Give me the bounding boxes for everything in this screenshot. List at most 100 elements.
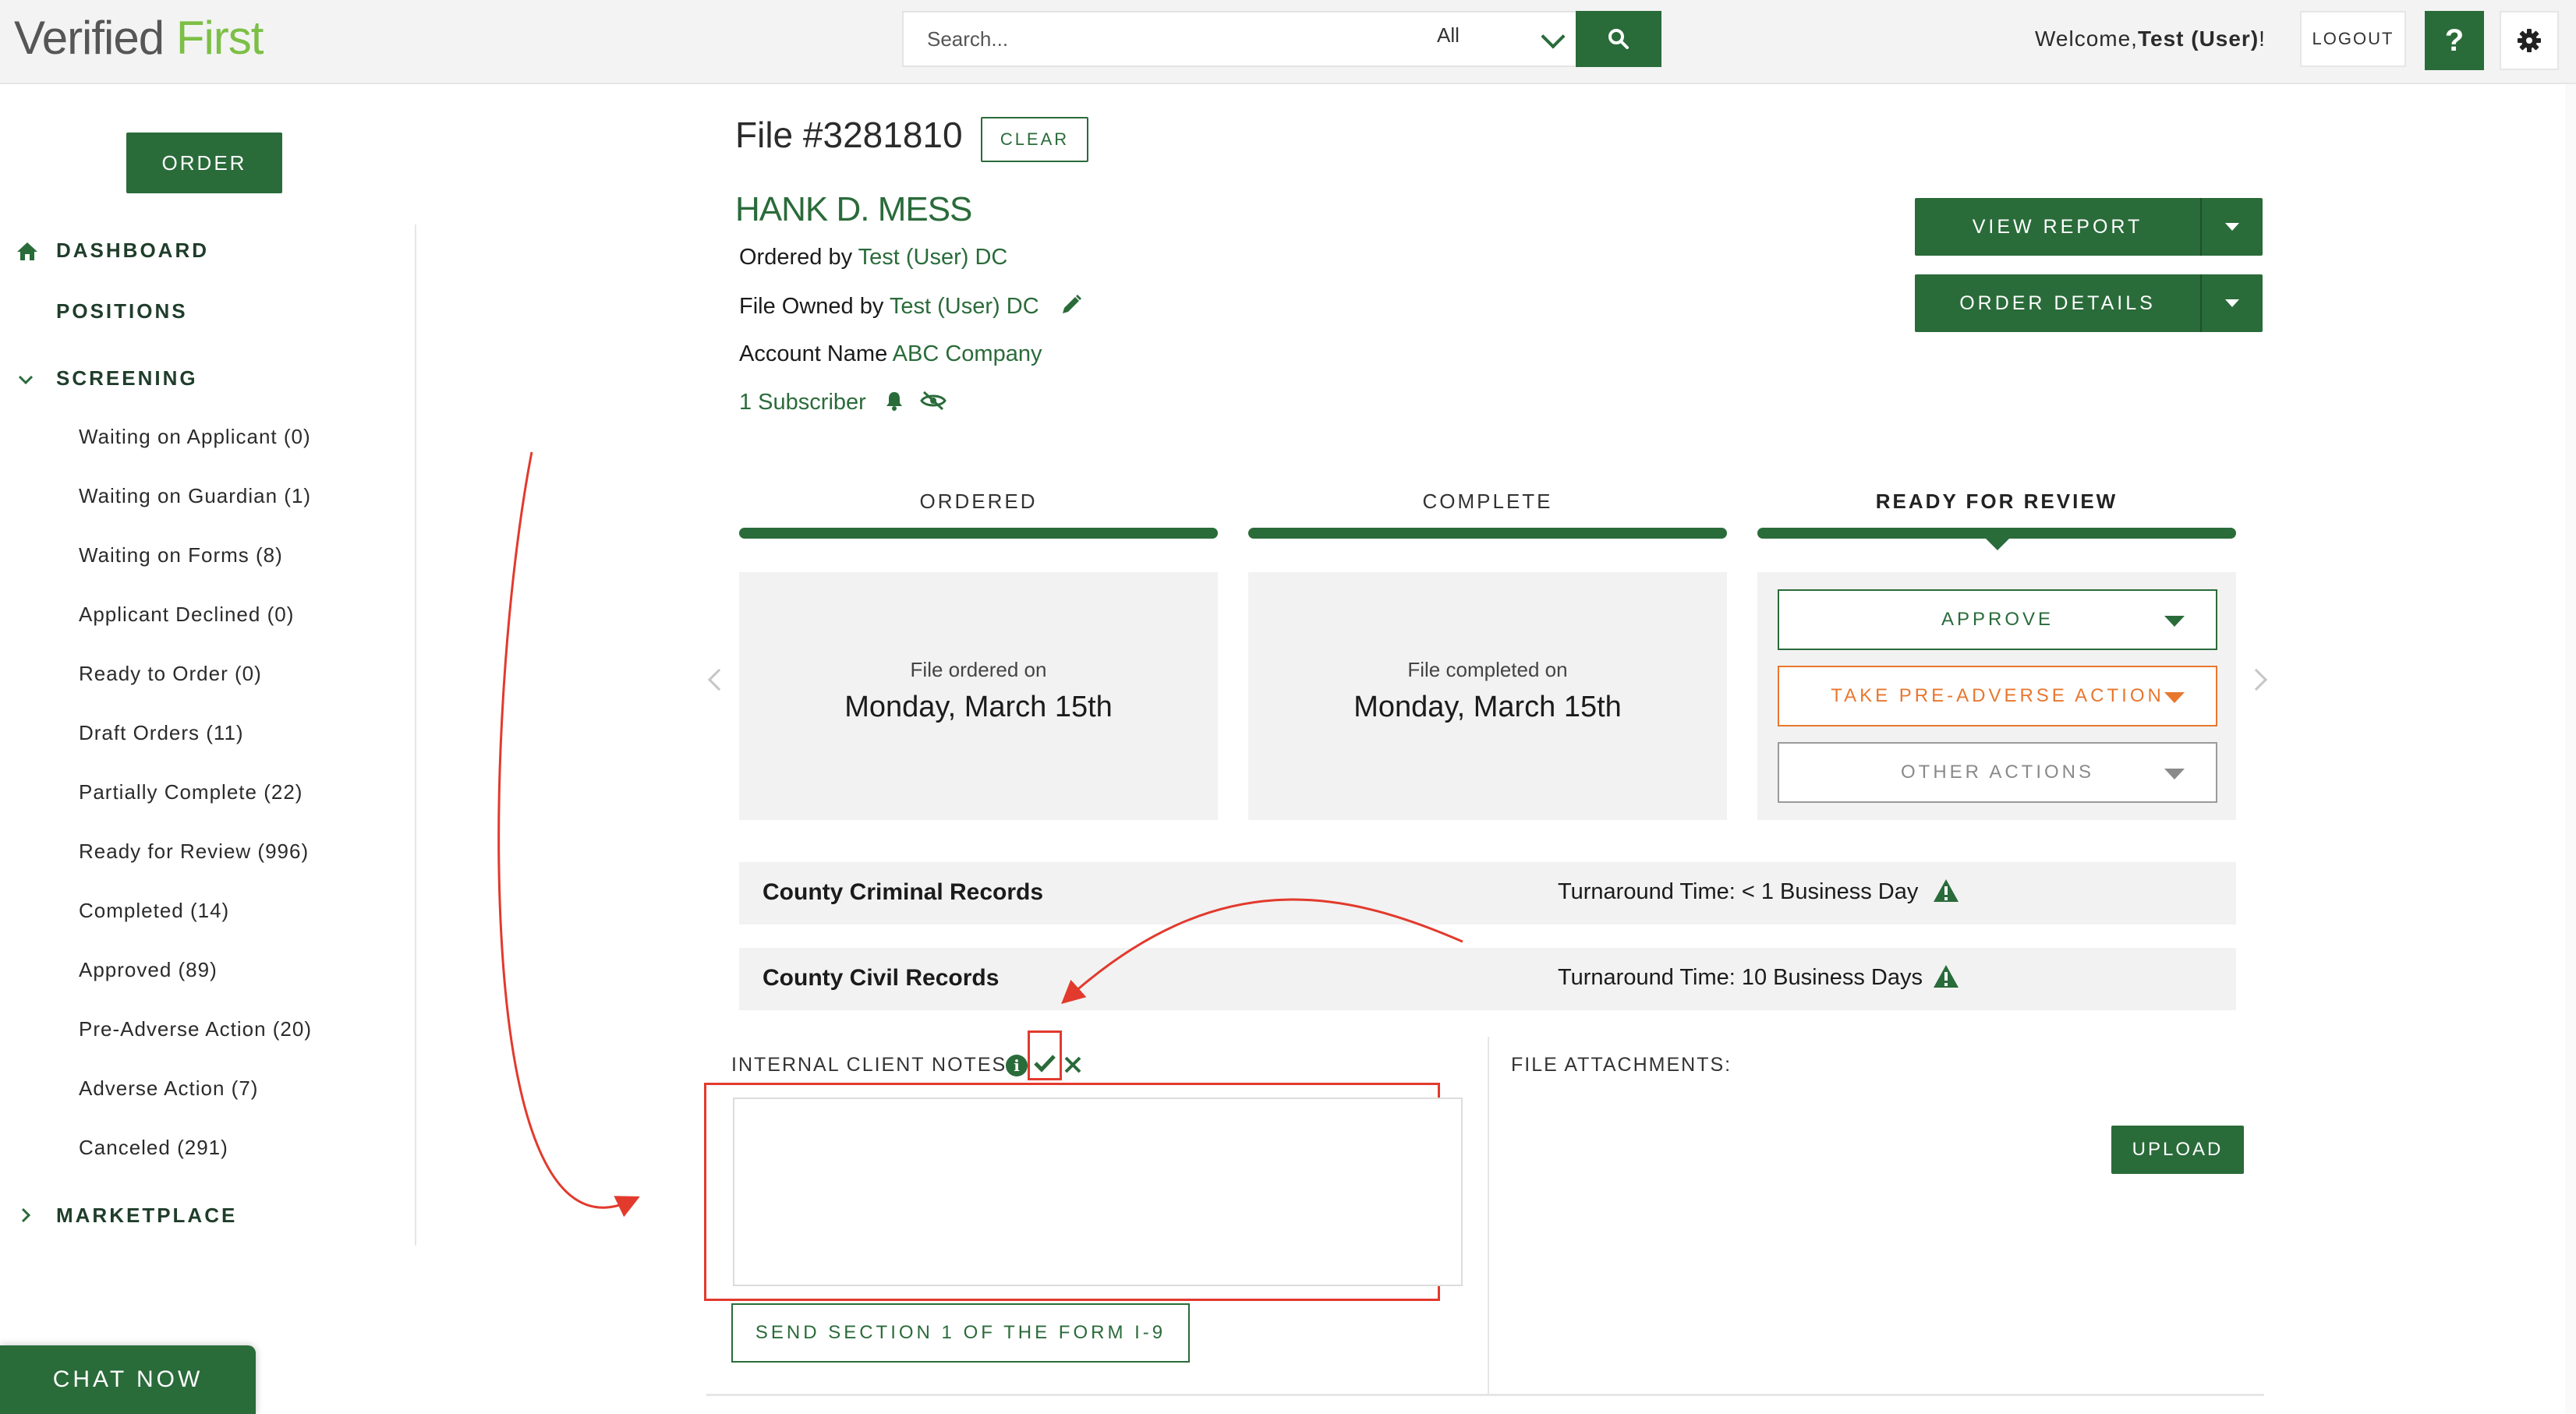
annotation-arrow-to-notes [497,451,640,1218]
view-report-button[interactable]: VIEW REPORT [1915,198,2202,256]
welcome-suffix: ! [2259,27,2266,51]
search-scope-select[interactable]: All [1437,23,1569,55]
stage-label-ready-for-review: READY FOR REVIEW [1875,490,2118,513]
caret-down-icon [2164,692,2185,703]
pencil-icon[interactable] [1060,293,1083,316]
cancel-notes-button[interactable] [1063,1051,1082,1081]
info-icon[interactable]: i [1006,1055,1028,1076]
gear-icon [2518,29,2541,52]
sidebar-item-waiting-on-guardian[interactable]: Waiting on Guardian (1) [79,484,311,508]
home-icon [17,242,37,260]
stage-label-complete: COMPLETE [1422,490,1553,513]
owned-by-label: File Owned by [739,294,884,319]
bell-icon[interactable] [883,390,905,412]
applicant-name: HANK D. MESS [735,190,972,228]
page-scrollbar[interactable] [2565,84,2576,1414]
sidebar-item-waiting-on-forms[interactable]: Waiting on Forms (8) [79,543,283,567]
file-attachments-label: FILE ATTACHMENTS: [1511,1054,1732,1076]
order-details-split-button: ORDER DETAILS [1915,274,2263,332]
approve-button[interactable]: APPROVE [1778,589,2217,650]
stage-bar-ordered [739,528,1218,539]
sidebar-item-marketplace[interactable]: MARKETPLACE [56,1204,237,1228]
warning-icon [1934,879,1959,902]
internal-notes-label: INTERNAL CLIENT NOTES: [731,1054,1014,1076]
welcome-user: Test (User) [2137,27,2259,51]
owned-by-link[interactable]: Test (User) DC [890,294,1039,319]
logout-button[interactable]: LOGOUT [2300,11,2406,67]
stage-card-label: File completed on [1407,658,1568,681]
record-name: County Civil Records [763,965,1000,991]
search-icon [1608,29,1629,49]
warning-icon [1934,965,1959,988]
sidebar-divider [415,224,416,1246]
sidebar-item-approved[interactable]: Approved (89) [79,958,218,982]
other-actions-button[interactable]: OTHER ACTIONS [1778,742,2217,803]
search-button[interactable] [1576,11,1661,67]
carousel-next-icon[interactable] [2245,668,2268,691]
chat-now-button[interactable]: CHAT NOW [0,1345,256,1414]
eye-slash-icon[interactable] [919,390,947,412]
record-row[interactable]: County Civil Records Turnaround Time: 10… [739,948,2236,1010]
view-report-dropdown[interactable] [2202,198,2263,256]
save-notes-button[interactable] [1028,1030,1062,1080]
close-icon [1064,1056,1081,1073]
logo-first: First [175,12,264,64]
clear-button[interactable]: CLEAR [981,117,1088,162]
caret-down-icon [2225,299,2239,307]
column-divider [1488,1037,1489,1395]
chevron-down-icon[interactable] [16,369,36,390]
chevron-right-icon[interactable] [16,1205,36,1225]
settings-button[interactable] [2500,11,2559,70]
sidebar-item-draft-orders[interactable]: Draft Orders (11) [79,721,244,745]
top-bar: Verified First All Welcome,Test (User)! … [0,0,2576,84]
search-scope-value: All [1437,23,1460,47]
ordered-by-row: Ordered by Test (User) DC [739,245,1007,270]
record-turnaround: Turnaround Time: < 1 Business Day [1558,879,1919,904]
search-input[interactable] [927,12,1364,65]
ordered-by-label: Ordered by [739,245,853,270]
carousel-prev-icon[interactable] [707,668,731,691]
account-label: Account Name [739,341,888,366]
sidebar-item-screening[interactable]: SCREENING [56,366,198,391]
view-report-split-button: VIEW REPORT [1915,198,2263,256]
send-i9-section-button[interactable]: SEND SECTION 1 OF THE FORM I-9 [731,1303,1190,1363]
stage-bar-complete [1248,528,1727,539]
sidebar-item-ready-for-review[interactable]: Ready for Review (996) [79,840,309,864]
order-button[interactable]: ORDER [126,133,282,193]
pre-adverse-action-button[interactable]: TAKE PRE-ADVERSE ACTION [1778,666,2217,726]
upload-button[interactable]: UPLOAD [2111,1126,2244,1174]
sidebar-item-ready-to-order[interactable]: Ready to Order (0) [79,662,262,686]
approve-label: APPROVE [1941,609,2054,630]
logo[interactable]: Verified First [14,11,264,65]
record-row[interactable]: County Criminal Records Turnaround Time:… [739,862,2236,924]
page-title: File #3281810 [735,115,963,155]
subscriber-link[interactable]: 1 Subscriber [739,390,866,415]
account-row: Account Name ABC Company [739,341,1042,367]
help-button[interactable]: ? [2425,11,2484,70]
sidebar-item-completed[interactable]: Completed (14) [79,899,229,923]
other-actions-label: OTHER ACTIONS [1900,762,2095,783]
search-box: All [902,11,1576,67]
stage-card-date: Monday, March 15th [1353,691,1622,723]
stage-card-complete: File completed on Monday, March 15th [1248,572,1727,820]
sidebar-item-waiting-on-applicant[interactable]: Waiting on Applicant (0) [79,425,311,449]
sidebar-item-canceled[interactable]: Canceled (291) [79,1136,228,1160]
sidebar-item-pre-adverse-action[interactable]: Pre-Adverse Action (20) [79,1017,312,1041]
order-details-button[interactable]: ORDER DETAILS [1915,274,2202,332]
bottom-divider [706,1394,2264,1396]
order-details-dropdown[interactable] [2202,274,2263,332]
stage-pointer [1985,538,2010,550]
record-name: County Criminal Records [763,879,1044,905]
sidebar-item-partially-complete[interactable]: Partially Complete (22) [79,780,303,804]
sidebar-item-positions[interactable]: POSITIONS [56,299,188,323]
sidebar-item-dashboard[interactable]: DASHBOARD [56,239,209,263]
sidebar-item-applicant-declined[interactable]: Applicant Declined (0) [79,603,294,627]
welcome-text: Welcome,Test (User)! [2035,27,2266,51]
sidebar-item-adverse-action[interactable]: Adverse Action (7) [79,1076,258,1101]
logo-verified: Verified [14,12,165,64]
ordered-by-link[interactable]: Test (User) DC [858,245,1008,270]
account-link[interactable]: ABC Company [893,341,1042,366]
stage-bar-ready-for-review [1757,528,2236,539]
internal-notes-textarea[interactable] [733,1098,1463,1286]
stage-label-ordered: ORDERED [919,490,1038,513]
